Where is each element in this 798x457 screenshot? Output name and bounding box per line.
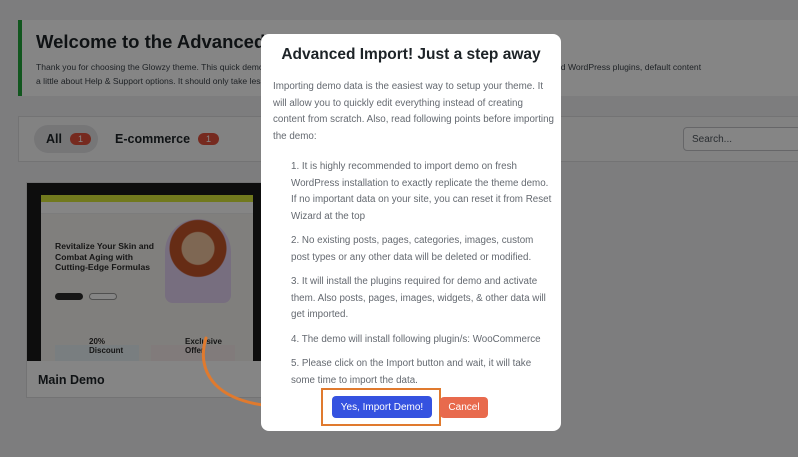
list-item: 1. It is highly recommended to import de… [291, 161, 552, 222]
modal-points-list: 1. It is highly recommended to import de… [291, 159, 553, 389]
list-item: 3. It will install the plugins required … [291, 276, 546, 320]
import-modal: Advanced Import! Just a step away Import… [261, 34, 561, 431]
list-item: 5. Please click on the Import button and… [291, 358, 532, 386]
cancel-button[interactable]: Cancel [440, 397, 488, 418]
import-demo-button[interactable]: Yes, Import Demo! [332, 396, 432, 418]
list-item: 2. No existing posts, pages, categories,… [291, 235, 534, 263]
list-item: 4. The demo will install following plugi… [291, 333, 541, 345]
modal-title: Advanced Import! Just a step away [281, 46, 541, 63]
modal-intro: Importing demo data is the easiest way t… [273, 81, 554, 142]
